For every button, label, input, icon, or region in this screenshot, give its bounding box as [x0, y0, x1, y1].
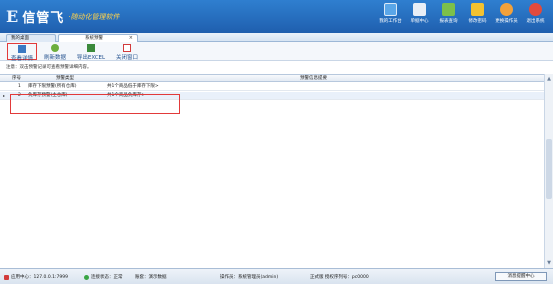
- top-nav: 我的工作台 单据中心 报表查询 修改密码 更换操作员 退出系统: [375, 3, 549, 24]
- report-icon: [442, 3, 455, 16]
- nav-report-query[interactable]: 报表查询: [435, 3, 462, 24]
- close-window-icon: [123, 44, 131, 52]
- connected-icon: [84, 274, 89, 280]
- exit-icon: [529, 3, 542, 16]
- status-account-text: 账套：演示数据: [135, 275, 167, 280]
- button-label: 关闭窗口: [115, 55, 138, 61]
- status-bar: 应用中心：127.0.0.1:7999 连接状态：正常 账套：演示数据 操作员：…: [0, 268, 553, 284]
- button-label: 查看详情: [10, 56, 33, 62]
- status-account: 账套：演示数据: [135, 274, 167, 280]
- button-label: 导出EXCEL: [76, 55, 106, 61]
- nav-label: 更换操作员: [495, 19, 518, 24]
- logo-name: 信管飞: [22, 11, 65, 26]
- logo-mark-icon: E: [6, 6, 19, 26]
- close-icon[interactable]: ×: [129, 35, 133, 42]
- view-details-icon: [18, 45, 26, 53]
- table-row[interactable]: 1 库存下限预警(所有仓库) 共1个商品低于库存下限>: [0, 83, 544, 91]
- column-header-type[interactable]: 预警类型: [56, 75, 74, 82]
- excel-icon: [87, 44, 95, 52]
- status-app-center-text: 应用中心：127.0.0.1:7999: [11, 275, 68, 280]
- vertical-scrollbar[interactable]: ▲ ▼: [544, 74, 553, 268]
- app-header: E 信管飞 ·随动化管理软件 我的工作台 单据中心 报表查询 修改密码 更换操作…: [0, 0, 553, 33]
- refresh-data-button[interactable]: 刷新数据: [40, 43, 70, 61]
- refresh-icon: [51, 44, 59, 52]
- monitor-icon: [384, 3, 397, 16]
- highlight-box: [10, 94, 180, 114]
- nav-switch-operator[interactable]: 更换操作员: [493, 3, 520, 24]
- scroll-down-icon[interactable]: ▼: [546, 260, 552, 266]
- scroll-thumb[interactable]: [546, 139, 552, 199]
- logo-subtitle: ·随动化管理软件: [68, 12, 120, 21]
- hint-text: 注意：双击预警记录可查看预警详细内容。: [6, 65, 92, 70]
- message-center-button[interactable]: 消息提醒中心: [495, 272, 547, 281]
- app-window: E 信管飞 ·随动化管理软件 我的工作台 单据中心 报表查询 修改密码 更换操作…: [0, 0, 553, 284]
- nav-label: 我的工作台: [379, 19, 402, 24]
- user-icon: [500, 3, 513, 16]
- status-version: 正式版 授权序列号：pc0000: [310, 274, 369, 280]
- row-selected-icon: ▸: [3, 93, 6, 98]
- nav-my-workbench[interactable]: 我的工作台: [377, 3, 404, 24]
- nav-documents-center[interactable]: 单据中心: [406, 3, 433, 24]
- nav-label: 退出系统: [526, 19, 545, 24]
- documents-icon: [413, 3, 426, 16]
- nav-label: 修改密码: [468, 19, 487, 24]
- nav-label: 单据中心: [410, 19, 429, 24]
- cell-summary: 共1个商品低于库存下限>: [107, 84, 159, 89]
- status-version-text: 正式版 授权序列号：pc0000: [310, 275, 369, 280]
- export-excel-button[interactable]: 导出EXCEL: [73, 43, 109, 61]
- message-center-label: 消息提醒中心: [507, 274, 535, 279]
- nav-exit-system[interactable]: 退出系统: [522, 3, 549, 24]
- tab-label: 我的桌面: [11, 36, 29, 41]
- cell-type: 库存下限预警(所有仓库): [28, 84, 77, 89]
- status-connection-text: 连接状态：正常: [91, 275, 123, 280]
- nav-change-password[interactable]: 修改密码: [464, 3, 491, 24]
- tab-system-alerts[interactable]: 系统预警 ×: [58, 34, 138, 42]
- column-header-no[interactable]: 序号: [12, 75, 21, 82]
- status-app-center: 应用中心：127.0.0.1:7999: [4, 274, 68, 280]
- status-connection: 连接状态：正常: [84, 274, 123, 280]
- tab-bar: 我的桌面 系统预警 ×: [0, 33, 553, 42]
- toolbar: 查看详情 刷新数据 导出EXCEL 关闭窗口: [0, 42, 553, 62]
- status-operator-text: 操作员：系统管理员(admin): [220, 275, 279, 280]
- scroll-up-icon[interactable]: ▲: [546, 76, 552, 82]
- lock-icon: [471, 3, 484, 16]
- table-header: 序号 预警类型 预警信息提要: [0, 75, 544, 82]
- close-window-button[interactable]: 关闭窗口: [112, 43, 142, 61]
- server-icon: [4, 274, 9, 280]
- logo: E 信管飞 ·随动化管理软件: [6, 7, 119, 26]
- nav-label: 报表查询: [439, 19, 458, 24]
- view-details-button[interactable]: 查看详情: [7, 43, 37, 62]
- tab-label: 系统预警: [85, 36, 103, 41]
- column-header-summary[interactable]: 预警信息提要: [300, 75, 327, 82]
- status-operator: 操作员：系统管理员(admin): [220, 274, 278, 280]
- cell-no: 1: [18, 84, 21, 89]
- button-label: 刷新数据: [43, 55, 66, 61]
- tab-my-desktop[interactable]: 我的桌面: [6, 34, 56, 42]
